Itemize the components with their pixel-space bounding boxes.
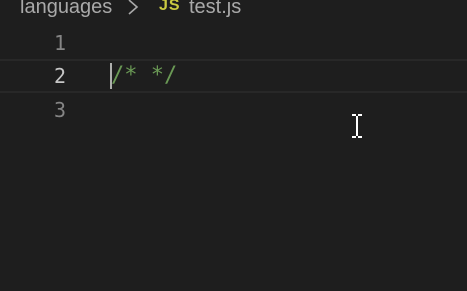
- line-number: 3: [53, 98, 66, 122]
- editor-line[interactable]: 1: [0, 28, 467, 58]
- text-cursor: [110, 63, 112, 89]
- line-number: 2: [53, 64, 66, 88]
- breadcrumb: languages JS test.js: [0, 0, 467, 22]
- breadcrumb-folder[interactable]: languages: [20, 0, 112, 19]
- editor-line-current[interactable]: 2 /* */: [0, 59, 467, 93]
- line-code[interactable]: /* */: [111, 61, 177, 91]
- breadcrumb-file[interactable]: test.js: [189, 0, 241, 19]
- ibeam-cursor-icon: [352, 114, 362, 138]
- editor-line[interactable]: 3: [0, 95, 467, 125]
- code-editor[interactable]: languages JS test.js 1 2 /* */ 3: [0, 0, 467, 291]
- javascript-file-icon: JS: [159, 0, 181, 14]
- line-number: 1: [53, 31, 66, 55]
- chevron-right-icon: [128, 0, 139, 15]
